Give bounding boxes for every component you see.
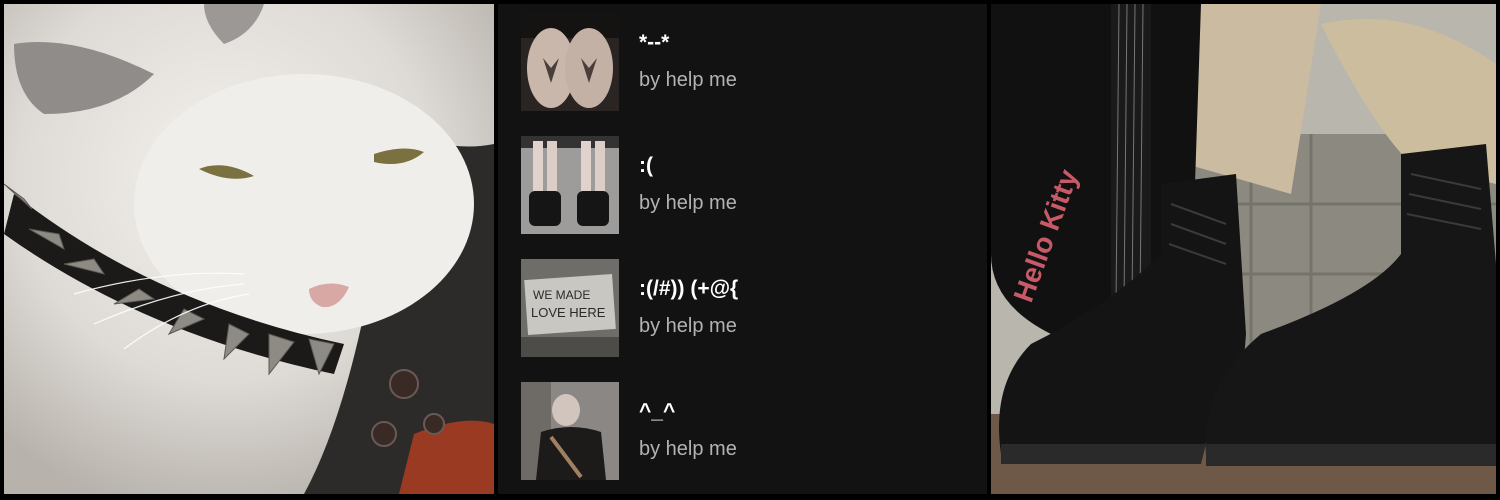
playlist-owner: by help me — [639, 438, 737, 460]
playlist-owner: by help me — [639, 315, 737, 337]
playlist-title: :( — [639, 154, 653, 177]
playlist-owner: by help me — [639, 69, 737, 91]
playlist-list: *--* by help me :( by help me WE MADE LO… — [498, 4, 987, 494]
sign-text-line2: LOVE HERE — [531, 305, 606, 320]
playlist-item[interactable]: :( by help me — [521, 136, 961, 234]
playlist-item[interactable]: *--* by help me — [521, 13, 961, 111]
sign-text-line1: WE MADE — [533, 288, 590, 302]
boots-guitar-photo: Hello Kitty — [991, 4, 1496, 494]
playlist-thumbnail — [521, 382, 619, 480]
playlist-item[interactable]: WE MADE LOVE HERE :(/#)) (+@{ by help me — [521, 259, 961, 357]
playlist-owner: by help me — [639, 192, 737, 214]
playlist-item[interactable]: ^_^ by help me — [521, 382, 961, 480]
playlist-title: *--* — [639, 31, 670, 54]
playlist-thumbnail — [521, 13, 619, 111]
playlist-thumbnail: WE MADE LOVE HERE — [521, 259, 619, 357]
playlist-title: ^_^ — [639, 400, 676, 423]
cat-photo — [4, 4, 494, 494]
playlist-title: :(/#)) (+@{ — [639, 277, 739, 300]
playlist-thumbnail — [521, 136, 619, 234]
